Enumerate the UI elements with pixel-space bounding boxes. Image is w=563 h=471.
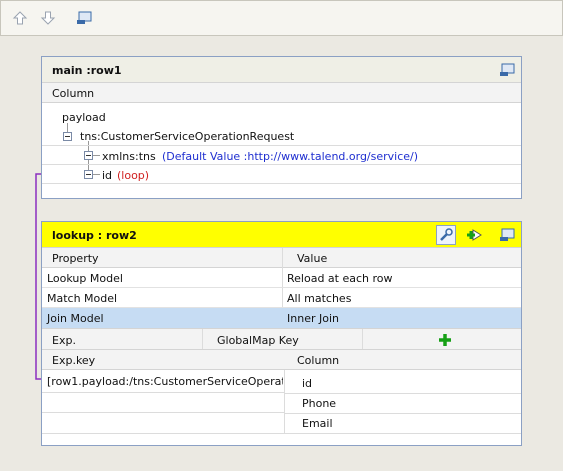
- collapse-icon[interactable]: [63, 132, 72, 141]
- row-divider: [42, 433, 521, 434]
- minimize-icon[interactable]: [498, 226, 516, 244]
- property-header: Property: [52, 252, 99, 265]
- expkey-header-row: Exp.key Column: [42, 350, 521, 370]
- property-name: Lookup Model: [47, 272, 123, 285]
- row-divider: [42, 145, 521, 146]
- main-panel: main :row1 Column payload tns:CustomerSe…: [41, 56, 522, 199]
- exp-header: Exp.: [52, 334, 76, 347]
- property-row[interactable]: Lookup Model Reload at each row: [42, 268, 521, 288]
- arrow-up-icon[interactable]: [11, 9, 29, 27]
- row-divider: [42, 412, 284, 413]
- lookup-column-header: Column: [297, 354, 340, 367]
- collapse-icon[interactable]: [84, 170, 93, 179]
- settings-wrench-icon[interactable]: [436, 225, 456, 245]
- main-panel-title: main :row1: [52, 64, 122, 77]
- tree-connector: [92, 174, 100, 175]
- property-value[interactable]: All matches: [287, 292, 351, 305]
- property-value[interactable]: Inner Join: [287, 312, 339, 325]
- minimize-icon[interactable]: [498, 61, 516, 79]
- tree-node-xmlns[interactable]: xmlns:tns: [102, 150, 156, 163]
- lookup-column-email[interactable]: Email: [302, 417, 333, 430]
- column-divider: [362, 329, 363, 349]
- property-row[interactable]: Match Model All matches: [42, 288, 521, 308]
- property-row-selected[interactable]: Join Model Inner Join: [42, 308, 521, 328]
- property-name: Join Model: [47, 312, 104, 325]
- lookup-panel-header: lookup : row2: [42, 222, 521, 248]
- column-divider: [284, 370, 285, 434]
- main-panel-header: main :row1: [42, 57, 521, 83]
- row-divider: [284, 393, 521, 394]
- add-filter-icon[interactable]: [466, 226, 484, 244]
- row-divider: [42, 164, 521, 165]
- column-header: Column: [52, 87, 95, 100]
- value-header: Value: [297, 252, 328, 265]
- row-divider: [42, 392, 284, 393]
- property-value[interactable]: Reload at each row: [287, 272, 393, 285]
- minimize-all-icon[interactable]: [75, 9, 93, 27]
- toolbar: [0, 0, 563, 36]
- lookup-column-phone[interactable]: Phone: [302, 397, 336, 410]
- tree-node-id[interactable]: id: [102, 169, 112, 182]
- lookup-panel-title: lookup : row2: [52, 229, 137, 242]
- globalmap-key-header: GlobalMap Key: [217, 334, 299, 347]
- expkey-header: Exp.key: [52, 354, 96, 367]
- globalmap-header-row: Exp. GlobalMap Key: [42, 328, 521, 350]
- lookup-panel: lookup : row2 Property Value Lookup Mode…: [41, 221, 522, 446]
- lookup-column-id[interactable]: id: [302, 377, 312, 390]
- collapse-icon[interactable]: [84, 151, 93, 160]
- row-divider: [284, 413, 521, 414]
- row-divider: [42, 183, 521, 184]
- arrow-down-icon[interactable]: [39, 9, 57, 27]
- tree-connector: [92, 155, 100, 156]
- add-icon[interactable]: [436, 331, 454, 349]
- loop-text: (loop): [117, 169, 150, 182]
- tree-node-request[interactable]: tns:CustomerServiceOperationRequest: [80, 130, 294, 143]
- property-name: Match Model: [47, 292, 118, 305]
- column-divider: [202, 329, 203, 349]
- tree-node-payload[interactable]: payload: [62, 111, 106, 124]
- expkey-expression[interactable]: [row1.payload:/tns:CustomerServiceOperat…: [47, 375, 283, 388]
- column-header-row: Column: [42, 83, 521, 103]
- default-value-text: (Default Value :http://www.talend.org/se…: [162, 150, 419, 163]
